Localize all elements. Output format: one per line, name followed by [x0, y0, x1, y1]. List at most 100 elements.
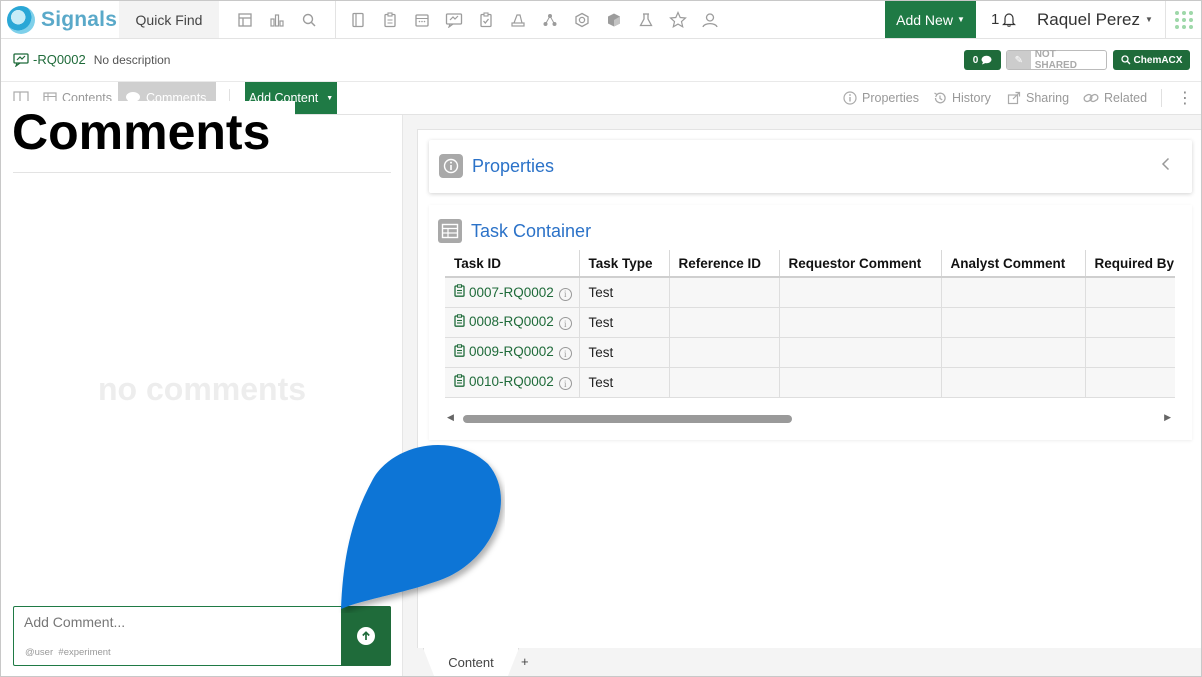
- task-id: 0007-RQ0002: [469, 284, 554, 300]
- task-link[interactable]: 0008-RQ0002: [454, 314, 554, 330]
- more-menu-icon[interactable]: ⋮: [1177, 82, 1193, 114]
- column-header-task-id[interactable]: Task ID: [445, 250, 580, 278]
- request-icon[interactable]: [438, 1, 470, 38]
- notebook-icon[interactable]: [229, 1, 261, 38]
- add-tab-button[interactable]: +: [521, 654, 529, 669]
- clipboard-icon[interactable]: [374, 1, 406, 38]
- scrollbar-thumb[interactable]: [463, 415, 792, 423]
- info-icon: [439, 154, 463, 178]
- requestor-comment-cell[interactable]: [779, 367, 942, 398]
- reference-id-cell[interactable]: [669, 277, 780, 308]
- task-id-cell: 0010-RQ0002 i: [445, 367, 580, 398]
- scroll-left-icon[interactable]: ◀: [447, 412, 454, 423]
- horizontal-scrollbar[interactable]: ◀ ▶: [445, 412, 1175, 426]
- star-icon[interactable]: [662, 1, 694, 38]
- task-icon[interactable]: [470, 1, 502, 38]
- reference-id-cell[interactable]: [669, 367, 780, 398]
- top-nav: Signals Quick Find Add New ▼ 1 Raquel Pe…: [1, 1, 1201, 39]
- comment-count-badge[interactable]: 0: [964, 50, 1001, 70]
- task-type-cell[interactable]: Test: [579, 307, 670, 338]
- requestor-comment-cell[interactable]: [779, 307, 942, 338]
- panel-divider: [13, 172, 391, 173]
- search-icon[interactable]: [293, 1, 325, 38]
- analyst-comment-cell[interactable]: [941, 337, 1086, 368]
- hexagon-icon[interactable]: [566, 1, 598, 38]
- required-by-cell[interactable]: [1085, 307, 1175, 338]
- user-icon[interactable]: [694, 1, 726, 38]
- required-by-cell[interactable]: [1085, 367, 1175, 398]
- task-container-title[interactable]: Task Container: [471, 221, 591, 242]
- history-icon: [934, 92, 946, 104]
- analyst-comment-cell[interactable]: [941, 307, 1086, 338]
- notifications-button[interactable]: 1: [991, 1, 1017, 38]
- comment-input[interactable]: [24, 614, 334, 630]
- cube-icon[interactable]: [598, 1, 630, 38]
- related-label: Related: [1104, 91, 1148, 105]
- scroll-right-icon[interactable]: ▶: [1164, 412, 1171, 423]
- lab-icon[interactable]: [502, 1, 534, 38]
- entity-header: -RQ0002 No description: [13, 52, 170, 67]
- journal-icon[interactable]: [342, 1, 374, 38]
- analyst-comment-cell[interactable]: [941, 367, 1086, 398]
- send-comment-button[interactable]: [341, 606, 391, 666]
- requestor-comment-cell[interactable]: [779, 277, 942, 308]
- sharing-button[interactable]: Sharing: [1007, 82, 1069, 114]
- task-icon: [454, 314, 465, 330]
- content-canvas: Properties Task Container Task ID Task T…: [417, 129, 1201, 648]
- table-row: 0010-RQ0002 i Test: [445, 367, 1175, 398]
- task-type-cell[interactable]: Test: [579, 277, 670, 308]
- info-icon[interactable]: i: [558, 317, 572, 331]
- task-id: 0009-RQ0002: [469, 344, 554, 360]
- reference-id-cell[interactable]: [669, 307, 780, 338]
- comments-heading: Comments: [1, 101, 295, 163]
- properties-card: Properties: [429, 140, 1192, 193]
- task-id: 0008-RQ0002: [469, 314, 554, 330]
- task-container-card: Task Container Task ID Task Type Referen…: [429, 205, 1192, 440]
- properties-button[interactable]: Properties: [843, 82, 919, 114]
- info-icon[interactable]: i: [558, 347, 572, 361]
- entity-id[interactable]: -RQ0002: [33, 52, 86, 67]
- tab-content[interactable]: Content: [423, 648, 519, 676]
- flask-icon[interactable]: [630, 1, 662, 38]
- properties-card-title[interactable]: Properties: [472, 156, 554, 177]
- related-button[interactable]: Related: [1083, 82, 1147, 114]
- column-header-required-by[interactable]: Required By: [1085, 250, 1175, 278]
- required-by-cell[interactable]: [1085, 337, 1175, 368]
- app-window: Signals Quick Find Add New ▼ 1 Raquel Pe…: [0, 0, 1202, 677]
- analyst-comment-cell[interactable]: [941, 277, 1086, 308]
- task-type-cell[interactable]: Test: [579, 367, 670, 398]
- reference-id-cell[interactable]: [669, 337, 780, 368]
- required-by-cell[interactable]: [1085, 277, 1175, 308]
- signals-logo[interactable]: Signals: [7, 4, 117, 36]
- add-new-button[interactable]: Add New ▼: [885, 1, 976, 38]
- task-icon: [454, 284, 465, 300]
- column-header-task-type[interactable]: Task Type: [579, 250, 670, 278]
- user-menu[interactable]: Raquel Perez ▼: [1037, 1, 1153, 38]
- apps-grid-icon[interactable]: [1165, 1, 1201, 38]
- info-icon[interactable]: i: [558, 287, 572, 301]
- task-type-cell[interactable]: Test: [579, 337, 670, 368]
- task-link[interactable]: 0010-RQ0002: [454, 374, 554, 390]
- chemacx-button[interactable]: ChemACX: [1113, 50, 1190, 70]
- requestor-comment-cell[interactable]: [779, 337, 942, 368]
- share-status-badge[interactable]: ✎ NOT SHARED: [1006, 49, 1107, 71]
- pencil-icon: ✎: [1007, 51, 1031, 69]
- calendar-icon[interactable]: [406, 1, 438, 38]
- info-icon[interactable]: i: [558, 377, 572, 391]
- column-header-analyst-comment[interactable]: Analyst Comment: [941, 250, 1086, 278]
- caret-down-icon: ▼: [956, 15, 965, 24]
- entity-description[interactable]: No description: [94, 53, 171, 67]
- history-button[interactable]: History: [933, 82, 991, 114]
- chart-icon[interactable]: [261, 1, 293, 38]
- column-header-reference-id[interactable]: Reference ID: [669, 250, 780, 278]
- task-icon: [454, 344, 465, 360]
- network-icon[interactable]: [534, 1, 566, 38]
- task-link[interactable]: 0009-RQ0002: [454, 344, 554, 360]
- column-header-requestor-comment[interactable]: Requestor Comment: [779, 250, 942, 278]
- task-link[interactable]: 0007-RQ0002: [454, 284, 554, 300]
- table-row: 0008-RQ0002 i Test: [445, 307, 1175, 338]
- chevron-left-icon[interactable]: [1161, 157, 1170, 176]
- task-id: 0010-RQ0002: [469, 374, 554, 390]
- quick-find-button[interactable]: Quick Find: [119, 1, 219, 38]
- request-icon: [13, 52, 29, 67]
